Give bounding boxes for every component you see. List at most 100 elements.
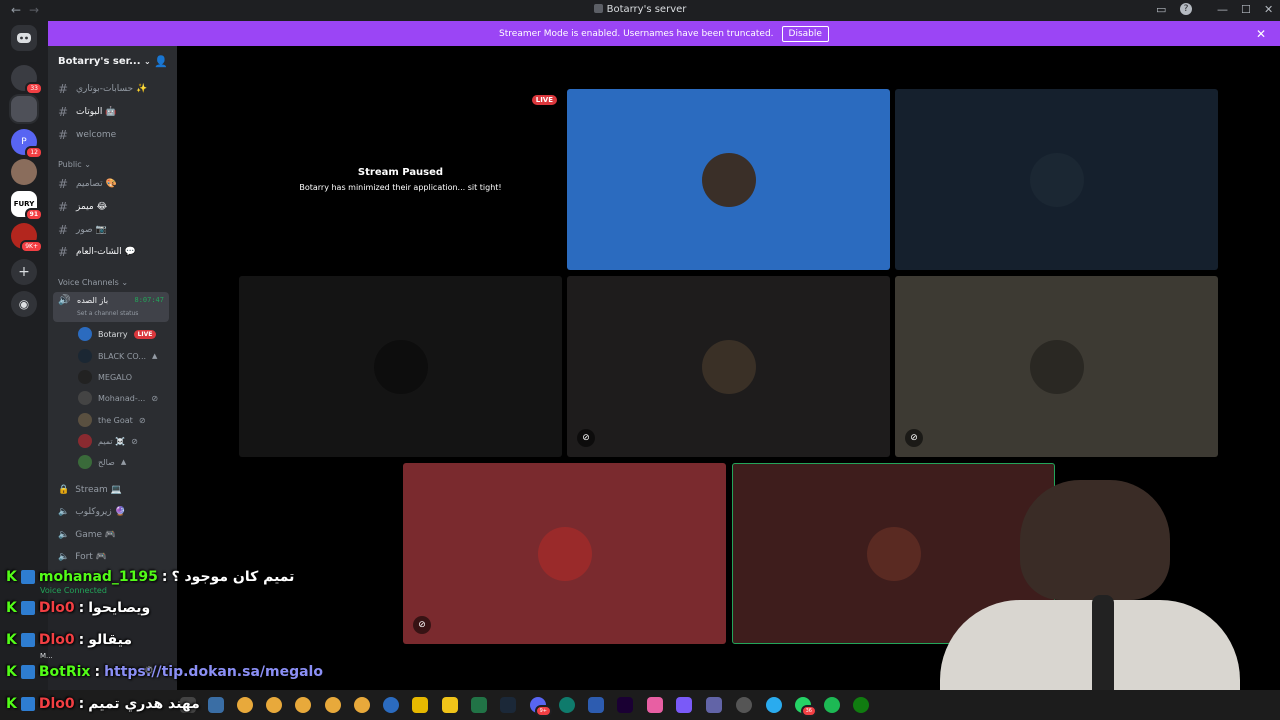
app-icon[interactable] [208,697,224,713]
chat-message: K Dlo0: ميقالو [6,632,132,648]
avatar [78,327,92,341]
server-icon-3[interactable] [11,159,37,185]
maximize-icon[interactable]: ☐ [1241,3,1251,16]
avatar [1029,339,1084,394]
voice-user[interactable]: MEGALO [78,369,132,385]
server-icon-1[interactable]: 33 [11,65,43,95]
subscriber-badge-icon [20,697,35,711]
whatsapp-icon[interactable]: 36 [795,697,817,717]
chrome-icon[interactable] [266,697,282,713]
participant-tile[interactable]: ⊘ [567,276,890,457]
add-server-icon[interactable]: + [11,259,37,285]
participant-tile[interactable] [567,89,890,270]
app-icon[interactable] [442,697,458,713]
voice-user[interactable]: Botarry LIVE [78,326,157,342]
voice-user[interactable]: صالح ▲ [78,454,126,470]
channel-item[interactable]: # صور 📷 [58,221,107,239]
chat-message: K BotRix: https://tip.dokan.sa/megalo [6,664,323,680]
category-public[interactable]: Public ⌄ [58,160,91,169]
photoshop-icon[interactable] [588,697,604,713]
channel-item[interactable]: # حسابات-بوتاري ✨ [58,80,147,98]
voice-user[interactable]: BLACK CO... ▲ [78,348,157,364]
participant-tile[interactable]: ⊘ [895,276,1218,457]
live-badge: LIVE [133,329,157,339]
playstation-icon: ▲ [152,352,158,360]
server-icon-2[interactable]: P 12 [11,129,43,159]
deafened-icon: ⊘ [577,429,595,447]
inbox-icon[interactable]: ▭ [1156,3,1166,16]
participant-tile[interactable] [895,89,1218,270]
app-icon[interactable] [676,697,692,713]
category-voice[interactable]: Voice Channels ⌄ [58,278,128,287]
voice-user[interactable]: Mohanad-... ⊘ [78,390,158,406]
banner-text: Streamer Mode is enabled. Usernames have… [499,28,774,39]
voice-user[interactable]: تميم ☠️ ⊘ [78,433,138,449]
avatar [537,526,592,581]
speaker-icon: 🔊 [58,295,71,306]
disable-button[interactable]: Disable [781,25,829,42]
close-icon[interactable]: ✕ [1256,27,1266,41]
channel-item[interactable]: # تصاميم 🎨 [58,175,117,193]
speaker-icon: 🔈 [58,552,70,562]
app-icon[interactable] [647,697,663,713]
chat-message: K mohanad_1195: تميم كان موجود ؟ [6,569,295,585]
streamer-head [1020,480,1170,600]
channel-item-welcome[interactable]: # welcome [58,126,116,144]
channel-item[interactable]: # الشات-العام 💬 [58,243,136,261]
server-name[interactable]: Botarry's ser... ⌄ [58,56,151,67]
participant-tile[interactable] [239,276,562,457]
premiere-icon[interactable] [617,697,633,713]
stream-tile-paused[interactable]: LIVE Stream Paused Botarry has minimized… [239,89,562,270]
app-icon[interactable] [736,697,752,713]
server-folder-icon[interactable]: 9K+ [11,223,43,253]
live-badge: LIVE [531,95,557,105]
app-icon[interactable] [383,697,399,713]
edge-icon[interactable] [559,697,575,713]
discover-compass-icon[interactable]: ◉ [11,291,37,317]
discord-icon[interactable]: 9+ [530,697,552,717]
teams-icon[interactable] [706,697,722,713]
channel-item-game[interactable]: 🔈 Game 🎮 [58,526,116,544]
hashtag-icon: # [58,82,69,96]
close-window-icon[interactable]: ✕ [1264,3,1273,16]
subscriber-badge-icon [20,633,35,647]
file-explorer-icon[interactable] [412,697,428,713]
channel-status[interactable]: Set a channel status [77,310,138,317]
hashtag-icon: # [58,245,69,259]
mention-badge: 91 [24,208,43,221]
chrome-icon[interactable] [295,697,311,713]
telegram-icon[interactable] [766,697,782,713]
hashtag-icon: # [58,200,69,214]
server-icon [593,4,603,13]
channel-item[interactable]: # ميمز 😂 [58,198,107,216]
chrome-icon[interactable] [354,697,370,713]
channel-item[interactable]: 🔈 زيروكلوب 🔮 [58,503,126,521]
help-icon[interactable]: ? [1180,3,1192,15]
microphone-icon [1092,595,1114,705]
minimize-icon[interactable]: — [1217,3,1228,16]
window-titlebar: ← → Botarry's server ▭ ? — ☐ ✕ [0,0,1280,21]
steam-icon[interactable] [500,697,516,713]
chrome-icon[interactable] [237,697,253,713]
channel-item[interactable]: # البوتات 🤖 [58,103,116,121]
channel-item-stream[interactable]: 🔒 Stream 💻 [58,481,122,499]
participant-tile[interactable]: ⊘ [403,463,726,644]
channel-item-fort[interactable]: 🔈 Fort 🎮 [58,548,107,566]
voice-channel-active[interactable]: 🔊 باز الصده 8:07:47 Set a channel status [53,292,169,322]
discord-home-icon[interactable] [11,25,37,51]
avatar [78,370,92,384]
stream-paused-subtitle: Botarry has minimized their application.… [299,183,502,192]
spotify-icon[interactable] [824,697,840,713]
server-icon-botarry[interactable] [11,96,37,122]
server-icon-fury[interactable]: FURY 91 [11,191,43,221]
lock-icon: 🔒 [58,485,70,495]
chrome-icon[interactable] [325,697,341,713]
excel-icon[interactable] [471,697,487,713]
avatar [1029,152,1084,207]
playstation-icon: ▲ [120,458,127,466]
invite-people-icon[interactable]: 👤 [154,55,168,68]
avatar [78,434,92,448]
voice-user[interactable]: the Goat ⊘ [78,412,146,428]
xbox-icon[interactable] [853,697,869,713]
avatar [701,152,756,207]
